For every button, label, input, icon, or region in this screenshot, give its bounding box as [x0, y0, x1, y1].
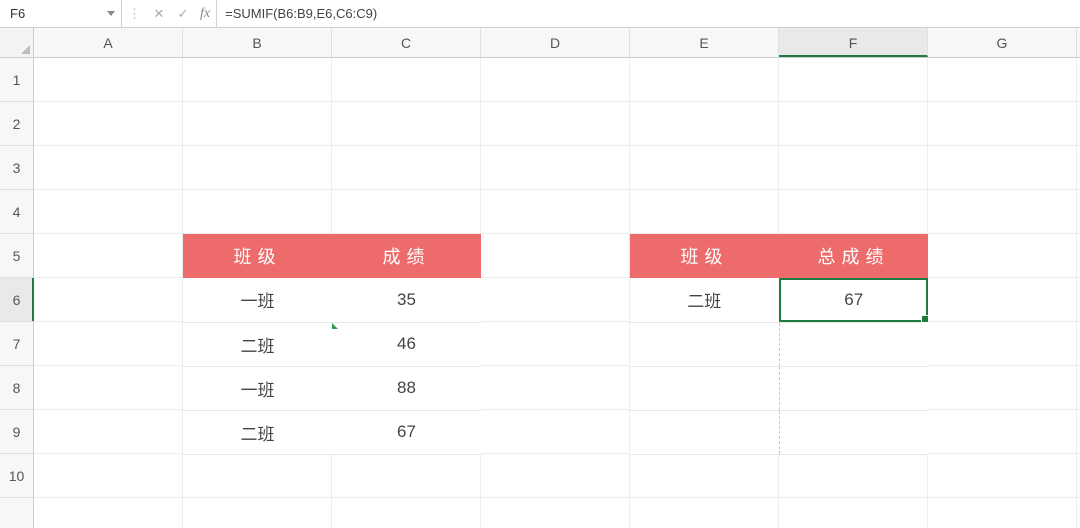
formula-input[interactable] [217, 0, 1080, 27]
row-header[interactable]: 5 [0, 234, 33, 278]
cell[interactable]: 46 [332, 322, 481, 366]
cell[interactable]: 67 [779, 278, 928, 322]
cell[interactable]: 二班 [183, 410, 332, 454]
cancel-icon[interactable]: ✕ [152, 6, 166, 22]
chevron-down-icon[interactable] [107, 11, 115, 16]
row-header[interactable]: 2 [0, 102, 33, 146]
col-header[interactable]: D [481, 28, 630, 57]
table-row: 一班 35 [183, 278, 481, 322]
select-all-corner[interactable] [0, 28, 34, 58]
table-header[interactable]: 班级 [630, 234, 779, 278]
row-header[interactable]: 3 [0, 146, 33, 190]
col-header[interactable]: C [332, 28, 481, 57]
cell[interactable]: 一班 [183, 278, 332, 322]
table-row: 班级 成绩 [183, 234, 481, 278]
table-header[interactable]: 总成绩 [779, 234, 928, 278]
error-indicator-icon [332, 323, 338, 329]
cell[interactable]: 一班 [183, 366, 332, 410]
col-header[interactable]: B [183, 28, 332, 57]
name-box-value: F6 [10, 6, 25, 21]
row-header[interactable]: 1 [0, 58, 33, 102]
table-header[interactable]: 成绩 [332, 234, 481, 278]
cell[interactable]: 二班 [630, 278, 779, 322]
col-header[interactable]: G [928, 28, 1077, 57]
table-row: 一班 88 [183, 366, 481, 410]
drag-handle-icon[interactable]: ⋮ [128, 6, 142, 22]
col-header[interactable]: F [779, 28, 928, 57]
cell[interactable] [630, 366, 779, 410]
table-row [630, 410, 928, 454]
spreadsheet: A B C D E F G 1 2 3 4 5 6 7 8 9 10 班级 成绩… [0, 28, 1080, 528]
column-headers: A B C D E F G [34, 28, 1080, 58]
cell[interactable] [779, 322, 928, 366]
table-row [630, 322, 928, 366]
table-row: 二班 67 [183, 410, 481, 454]
row-header[interactable]: 4 [0, 190, 33, 234]
cell[interactable]: 二班 [183, 322, 332, 366]
row-header[interactable]: 8 [0, 366, 33, 410]
cell[interactable] [779, 366, 928, 410]
fx-icon[interactable]: fx [200, 6, 210, 22]
table-row [630, 366, 928, 410]
row-headers: 1 2 3 4 5 6 7 8 9 10 [0, 58, 34, 528]
cells-area[interactable]: 班级 成绩 一班 35 二班 46 一班 88 二班 67 [34, 58, 1080, 528]
formula-bar: F6 ⋮ ✕ ✓ fx [0, 0, 1080, 28]
formula-bar-controls: ⋮ ✕ ✓ fx [122, 0, 217, 27]
cell[interactable] [630, 410, 779, 454]
data-table-left: 班级 成绩 一班 35 二班 46 一班 88 二班 67 [183, 234, 481, 455]
row-header[interactable]: 9 [0, 410, 33, 454]
col-header[interactable]: E [630, 28, 779, 57]
row-header[interactable]: 7 [0, 322, 33, 366]
row-header[interactable]: 6 [0, 278, 33, 322]
data-table-right: 班级 总成绩 二班 67 [630, 234, 928, 455]
name-box[interactable]: F6 [0, 0, 122, 27]
row-header[interactable]: 10 [0, 454, 33, 498]
col-header[interactable]: A [34, 28, 183, 57]
table-row: 二班 67 [630, 278, 928, 322]
cell[interactable] [630, 322, 779, 366]
cell[interactable]: 88 [332, 366, 481, 410]
cell[interactable] [779, 410, 928, 454]
table-row: 班级 总成绩 [630, 234, 928, 278]
confirm-icon[interactable]: ✓ [176, 6, 190, 22]
cell[interactable]: 67 [332, 410, 481, 454]
table-header[interactable]: 班级 [183, 234, 332, 278]
cell[interactable]: 35 [332, 278, 481, 322]
